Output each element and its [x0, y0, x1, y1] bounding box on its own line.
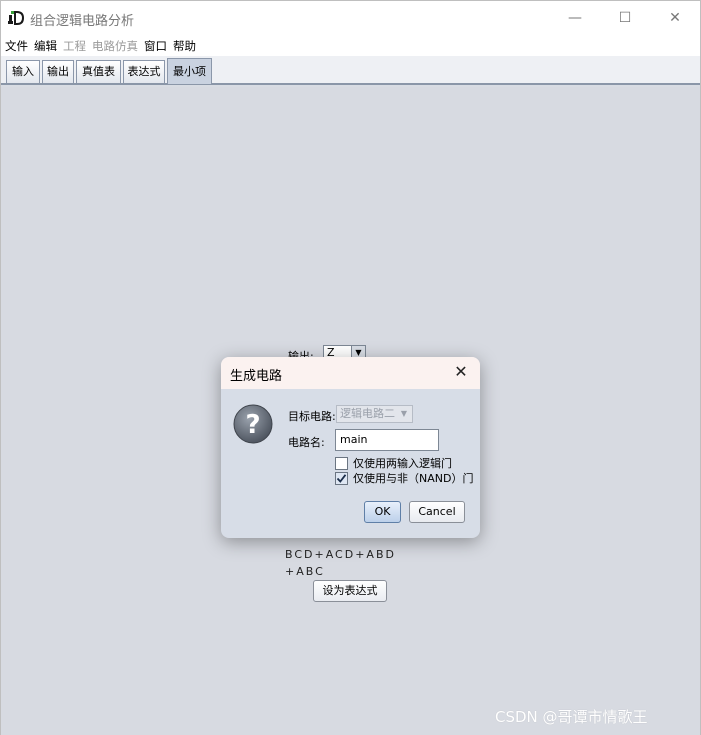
tab-expression[interactable]: 表达式 [123, 60, 165, 83]
ok-button[interactable]: OK [364, 501, 401, 523]
build-circuit-dialog: 生成电路 ✕ ? 目标电路: 逻辑电路二 ▼ 电路名: main 仅使用两输入逻… [221, 357, 480, 538]
dialog-close-icon[interactable]: ✕ [452, 362, 470, 381]
two-input-gates-label: 仅使用两输入逻辑门 [353, 457, 452, 470]
minimize-button[interactable]: — [552, 1, 598, 35]
cancel-button[interactable]: Cancel [409, 501, 465, 523]
tab-bar: 输入 输出 真值表 表达式 最小项 [1, 56, 700, 85]
minimize-icon: — [568, 10, 582, 26]
menu-help[interactable]: 帮助 [173, 38, 196, 54]
nand-only-label: 仅使用与非（NAND）门 [353, 472, 474, 485]
circuit-name-input[interactable]: main [335, 429, 439, 451]
nand-only-option[interactable]: 仅使用与非（NAND）门 [335, 470, 473, 486]
logisim-app-icon [8, 11, 25, 25]
menu-file[interactable]: 文件 [5, 38, 28, 54]
close-window-button[interactable]: ✕ [652, 1, 698, 35]
chevron-down-icon: ▼ [400, 409, 408, 418]
two-input-gates-option[interactable]: 仅使用两输入逻辑门 [335, 455, 452, 471]
close-icon: ✕ [669, 10, 681, 26]
nand-only-checkbox[interactable] [335, 471, 348, 485]
target-circuit-value: 逻辑电路二 [340, 407, 395, 420]
app-window: 组合逻辑电路分析 — ☐ ✕ 文件 编辑 工程 电路仿真 窗口 帮助 输入 输出… [0, 0, 701, 735]
set-as-expression-button[interactable]: 设为表达式 [313, 580, 387, 602]
svg-text:?: ? [245, 410, 260, 440]
watermark: CSDN @哥谭市情歌王 [495, 708, 648, 726]
two-input-gates-checkbox[interactable] [335, 456, 348, 470]
checkmark-icon [336, 473, 347, 483]
menu-window[interactable]: 窗口 [144, 38, 167, 54]
circuit-name-label: 电路名: [288, 436, 325, 449]
tab-truth-table[interactable]: 真值表 [76, 60, 121, 83]
menu-bar: 文件 编辑 工程 电路仿真 窗口 帮助 [1, 35, 700, 56]
menu-simulate[interactable]: 电路仿真 [92, 38, 138, 54]
tab-outputs[interactable]: 输出 [42, 60, 74, 83]
window-title: 组合逻辑电路分析 [30, 14, 135, 29]
maximize-button[interactable]: ☐ [602, 1, 648, 35]
question-icon: ? [233, 404, 273, 444]
menu-edit[interactable]: 编辑 [34, 38, 57, 54]
dialog-title: 生成电路 [230, 369, 283, 384]
target-circuit-select[interactable]: 逻辑电路二 ▼ [336, 405, 413, 423]
title-bar: 组合逻辑电路分析 — ☐ ✕ [1, 1, 700, 35]
target-circuit-label: 目标电路: [288, 410, 336, 423]
tab-inputs[interactable]: 输入 [6, 60, 40, 83]
dialog-header: 生成电路 ✕ [221, 357, 480, 389]
maximize-icon: ☐ [618, 10, 632, 26]
menu-project[interactable]: 工程 [63, 38, 86, 54]
tab-minimized[interactable]: 最小项 [167, 58, 212, 84]
minimal-expression-line-1: BCD+ACD+ABD [285, 548, 396, 561]
minimal-expression-line-2: +ABC [285, 565, 325, 578]
